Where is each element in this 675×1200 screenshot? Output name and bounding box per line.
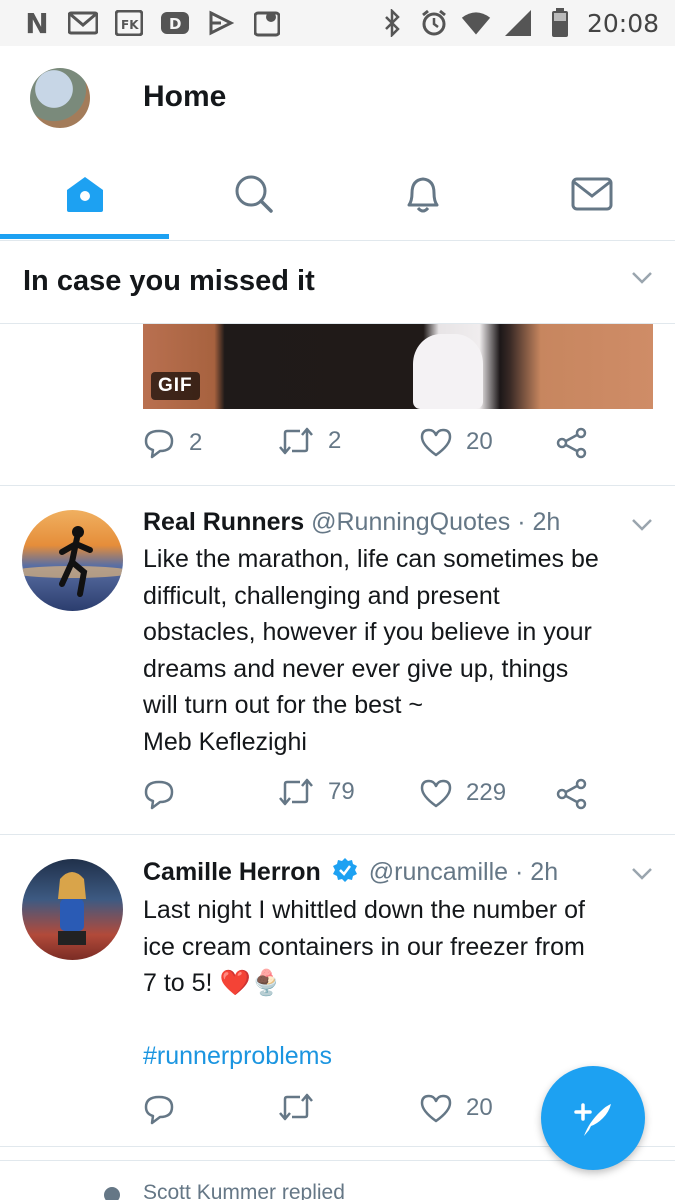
chevron-down-icon[interactable] — [631, 518, 653, 532]
bluetooth-icon — [377, 8, 407, 38]
heart-icon — [420, 1094, 452, 1123]
tab-messages[interactable] — [507, 150, 675, 238]
maps-icon — [252, 8, 282, 38]
mail-icon — [571, 177, 612, 211]
gif-tweet-footer: 2 2 20 — [0, 409, 675, 486]
tweet-text-line: difficult, challenging and present — [143, 581, 500, 610]
share-icon — [556, 778, 587, 810]
compose-tweet-button[interactable] — [541, 1066, 645, 1170]
like-button[interactable]: 20 — [420, 427, 493, 457]
tweet-actions: 2 2 20 — [143, 427, 653, 467]
like-button[interactable]: 229 — [420, 778, 506, 808]
tweet-header: Real Runners @RunningQuotes · 2h — [143, 508, 560, 537]
tweet-text-line: obstacles, however if you believe in you… — [143, 618, 592, 647]
share-button[interactable] — [556, 778, 588, 810]
chevron-down-icon[interactable] — [631, 867, 653, 881]
tweet-time: · 2h — [515, 858, 559, 886]
retweet-icon — [279, 778, 313, 806]
bell-icon — [407, 177, 438, 213]
retweet-count: 79 — [328, 778, 355, 805]
display-name[interactable]: Real Runners — [143, 508, 304, 536]
heart-icon — [420, 779, 452, 808]
retweet-button[interactable]: 2 — [278, 427, 341, 455]
tweet-real-runners[interactable]: Real Runners @RunningQuotes · 2h Like th… — [0, 486, 675, 835]
heart-icon — [420, 428, 452, 457]
svg-text:D: D — [169, 15, 181, 33]
search-icon — [235, 175, 273, 213]
section-title: In case you missed it — [23, 265, 315, 297]
tweet-text: Last night I whittled down the number of… — [143, 892, 658, 1074]
status-bar: N FK D 20:08 — [0, 0, 675, 46]
home-icon — [66, 177, 103, 212]
status-bar-notification-icons: N FK D — [22, 6, 282, 40]
active-tab-indicator — [0, 234, 169, 239]
reply-button[interactable] — [143, 778, 175, 810]
reply-button[interactable] — [143, 1093, 175, 1125]
runner-photo-icon — [58, 872, 86, 945]
like-count: 20 — [466, 428, 493, 455]
svg-text:FK: FK — [121, 18, 139, 32]
tweet-text-line: Last night I whittled down the number of — [143, 896, 585, 924]
alarm-icon — [419, 8, 449, 38]
gif-image-detail — [413, 334, 483, 409]
conversation-dot-icon — [104, 1187, 120, 1200]
wifi-icon — [461, 8, 491, 38]
netflix-icon: N — [25, 6, 49, 40]
chevron-down-icon[interactable] — [631, 271, 653, 285]
page-title: Home — [143, 80, 227, 113]
avatar[interactable] — [22, 510, 123, 611]
reply-count: 2 — [189, 429, 203, 456]
retweet-button[interactable] — [278, 1093, 314, 1121]
share-button[interactable] — [556, 427, 588, 459]
tweet-time: · 2h — [517, 508, 561, 536]
gif-media[interactable]: GIF — [143, 324, 653, 409]
tweet-actions: 79 229 — [143, 778, 653, 818]
battery-icon — [545, 8, 575, 38]
display-name[interactable]: Camille Herron — [143, 858, 321, 886]
avatar[interactable] — [22, 859, 123, 960]
signal-icon — [503, 8, 533, 38]
gmail-icon — [68, 8, 98, 38]
retweet-icon — [279, 427, 313, 455]
compose-quill-icon — [574, 1103, 611, 1136]
share-icon — [556, 427, 587, 459]
profile-avatar[interactable] — [30, 68, 90, 128]
reply-icon — [144, 780, 174, 810]
tweet-text-line: will turn out for the best ~ — [143, 691, 424, 720]
tweet-header: Camille Herron @runcamille · 2h — [143, 857, 558, 887]
like-count: 229 — [466, 779, 507, 806]
reply-button[interactable]: 2 — [143, 427, 202, 459]
fk-icon: FK — [114, 8, 144, 38]
in-case-you-missed-it-header[interactable]: In case you missed it — [0, 241, 675, 324]
verified-badge-icon — [332, 858, 357, 882]
tab-notifications[interactable] — [338, 150, 507, 238]
retweet-icon — [279, 1093, 313, 1121]
tab-search[interactable] — [169, 150, 338, 238]
tweet-text-line: ice cream containers in our freezer from — [143, 932, 585, 961]
tweet-text-spacer — [143, 1002, 658, 1038]
tweet-text: Like the marathon, life can sometimes be… — [143, 541, 658, 761]
gif-badge: GIF — [151, 372, 200, 400]
replied-text: Scott Kummer replied — [143, 1181, 345, 1200]
clock-time: 20:08 — [586, 8, 659, 38]
like-button[interactable]: 20 — [420, 1093, 493, 1123]
user-handle[interactable]: @RunningQuotes — [311, 508, 510, 536]
app-header: Home — [0, 46, 675, 150]
airtel-icon — [206, 8, 236, 38]
retweet-count: 2 — [328, 427, 342, 454]
tweet-text-line: dreams and never ever give up, things — [143, 654, 569, 683]
tweet-text-line: Like the marathon, life can sometimes be — [143, 545, 599, 573]
status-bar-system-icons: 20:08 — [377, 8, 659, 38]
retweet-button[interactable]: 79 — [278, 778, 355, 806]
d-app-icon: D — [160, 8, 190, 38]
runner-silhouette-icon — [22, 526, 123, 597]
like-count: 20 — [466, 1094, 493, 1121]
tab-bar — [0, 150, 675, 241]
reply-icon — [144, 1095, 174, 1125]
reply-icon — [144, 429, 174, 459]
tweet-text-line: 7 to 5! ❤️🍨 — [143, 969, 282, 998]
tweet-text-line: Meb Keflezighi — [143, 727, 307, 756]
user-handle[interactable]: @runcamille — [369, 858, 508, 886]
tab-home[interactable] — [0, 150, 169, 238]
